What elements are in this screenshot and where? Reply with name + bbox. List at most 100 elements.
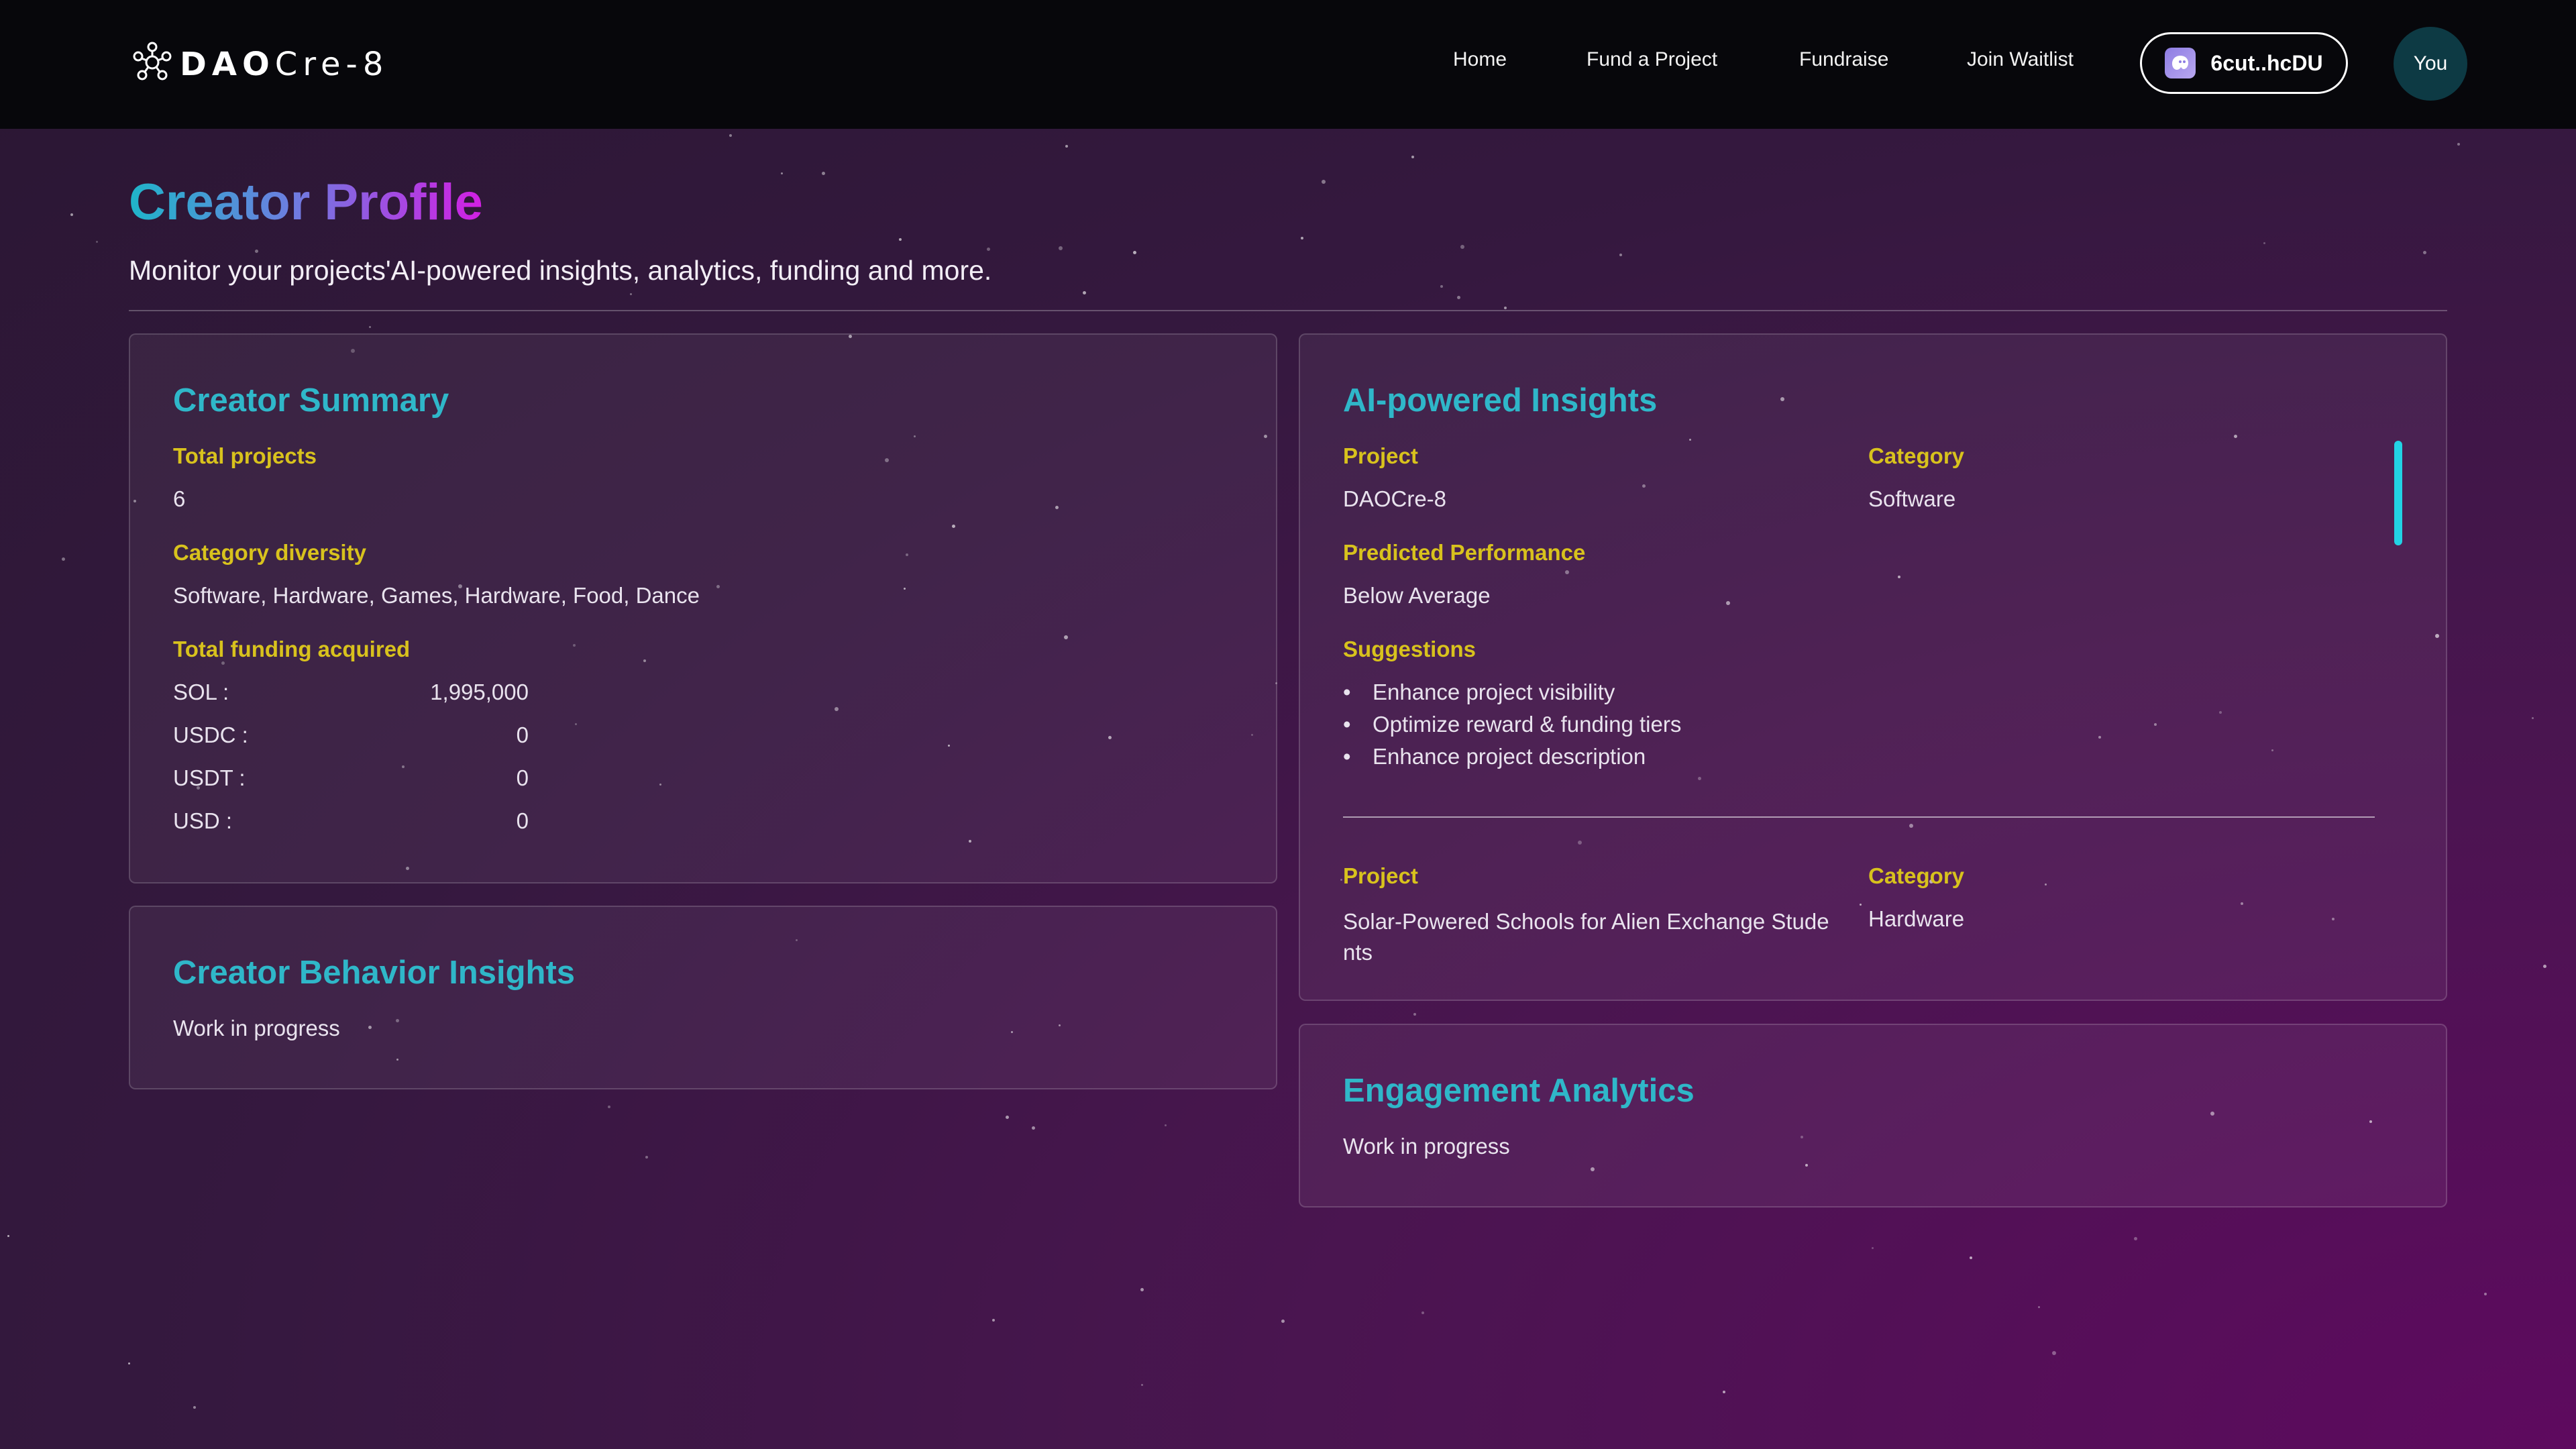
card-title: Creator Behavior Insights <box>173 955 576 991</box>
star <box>1165 1124 1167 1126</box>
category-label: Category <box>1868 863 1965 888</box>
star <box>729 134 732 137</box>
suggestion-item: Enhance project description <box>1343 744 1646 769</box>
category-diversity-label: Category diversity <box>173 540 366 565</box>
total-projects-value: 6 <box>173 486 186 511</box>
star <box>1065 145 1068 148</box>
star <box>128 1362 130 1364</box>
star <box>1457 296 1460 299</box>
wallet-button[interactable]: 6cut..hcDU <box>2140 32 2348 94</box>
project-category: Hardware <box>1868 906 1965 931</box>
star <box>1006 1116 1009 1119</box>
suggestion-item: Optimize reward & funding tiers <box>1343 712 1681 737</box>
funding-row: USDT : 0 <box>173 765 529 795</box>
brand-name: DAOCre-8 <box>180 45 389 83</box>
predicted-performance-label: Predicted Performance <box>1343 540 1586 565</box>
star <box>1460 245 1464 249</box>
star <box>781 172 783 174</box>
molecule-logo-icon <box>131 42 173 87</box>
page-title: Creator Profile <box>129 174 483 231</box>
project-divider <box>1343 816 2375 818</box>
star <box>1133 251 1136 254</box>
star <box>1140 1288 1144 1291</box>
creator-behavior-card: Creator Behavior Insights Work in progre… <box>129 906 1277 1089</box>
status-text: Work in progress <box>173 1016 340 1040</box>
top-navbar: DAOCre-8 Home Fund a Project Fundraise J… <box>0 0 2576 129</box>
star <box>1504 307 1507 309</box>
engagement-analytics-card: Engagement Analytics Work in progress <box>1299 1024 2447 1208</box>
user-avatar[interactable]: You <box>2394 27 2467 101</box>
star <box>1322 180 1326 184</box>
suggestions-label: Suggestions <box>1343 637 1477 661</box>
star <box>2263 242 2265 244</box>
total-projects-label: Total projects <box>173 443 317 468</box>
star <box>2134 1237 2137 1240</box>
card-title: Creator Summary <box>173 382 449 419</box>
star <box>1301 237 1303 239</box>
scrollbar-thumb[interactable] <box>2394 441 2402 545</box>
project-category: Software <box>1868 486 1956 511</box>
ghost-wallet-icon <box>2165 48 2196 78</box>
card-title: Engagement Analytics <box>1343 1073 1695 1109</box>
card-title: AI-powered Insights <box>1343 382 1658 419</box>
star <box>899 238 902 241</box>
star <box>1083 291 1086 294</box>
star <box>987 248 990 251</box>
star <box>822 172 825 175</box>
star <box>1872 1247 1874 1249</box>
funding-row: SOL : 1,995,000 <box>173 680 529 709</box>
status-text: Work in progress <box>1343 1134 1510 1159</box>
star <box>1411 156 1414 158</box>
star <box>1141 1384 1143 1386</box>
suggestion-item: Enhance project visibility <box>1343 680 1615 705</box>
page-subtitle: Monitor your projects'AI-powered insight… <box>129 255 992 286</box>
star <box>62 557 65 561</box>
star <box>96 241 98 243</box>
category-label: Category <box>1868 443 1965 468</box>
star <box>70 213 73 216</box>
star <box>2038 1306 2040 1308</box>
project-name: DAOCre-8 <box>1343 486 1447 511</box>
project-name: Solar-Powered Schools for Alien Exchange… <box>1343 909 1829 965</box>
star <box>1032 1126 1035 1130</box>
star <box>2543 965 2546 968</box>
star <box>2532 717 2534 719</box>
predicted-performance-value: Below Average <box>1343 583 1491 608</box>
category-diversity-value: Software, Hardware, Games, Hardware, Foo… <box>173 583 700 608</box>
star <box>1059 246 1063 250</box>
star <box>7 1235 9 1237</box>
project-label: Project <box>1343 863 1418 888</box>
star <box>193 1406 196 1409</box>
star <box>369 326 371 328</box>
star <box>1970 1256 1972 1259</box>
funding-currency: USD : <box>173 808 233 833</box>
star <box>1413 1013 1416 1016</box>
star <box>2423 251 2426 254</box>
funding-currency: SOL : <box>173 680 229 704</box>
ai-insights-card[interactable]: AI-powered Insights Project Category DAO… <box>1299 333 2447 1001</box>
funding-row: USDC : 0 <box>173 722 529 752</box>
brand-logo[interactable]: DAOCre-8 <box>131 42 388 87</box>
nav-link-fundraise[interactable]: Fundraise <box>1799 48 1888 71</box>
star <box>645 1156 648 1159</box>
star <box>1440 285 1443 288</box>
wallet-address: 6cut..hcDU <box>2210 50 2323 75</box>
nav-link-join-waitlist[interactable]: Join Waitlist <box>1967 48 2074 71</box>
funding-amount: 1,995,000 <box>430 680 529 704</box>
star <box>2484 1293 2487 1295</box>
star <box>1281 1320 1285 1323</box>
star <box>2052 1351 2056 1355</box>
star <box>992 1319 995 1322</box>
funding-amount: 0 <box>516 722 529 747</box>
nav-link-fund-a-project[interactable]: Fund a Project <box>1587 48 1717 71</box>
star <box>2457 143 2460 146</box>
funding-currency: USDT : <box>173 765 246 790</box>
funding-amount: 0 <box>516 808 529 833</box>
creator-summary-card: Creator Summary Total projects 6 Categor… <box>129 333 1277 883</box>
star <box>1723 1391 1725 1393</box>
nav-link-home[interactable]: Home <box>1453 48 1507 71</box>
funding-currency: USDC : <box>173 722 248 747</box>
project-label: Project <box>1343 443 1418 468</box>
star <box>1421 1311 1424 1314</box>
header-divider <box>129 310 2447 311</box>
